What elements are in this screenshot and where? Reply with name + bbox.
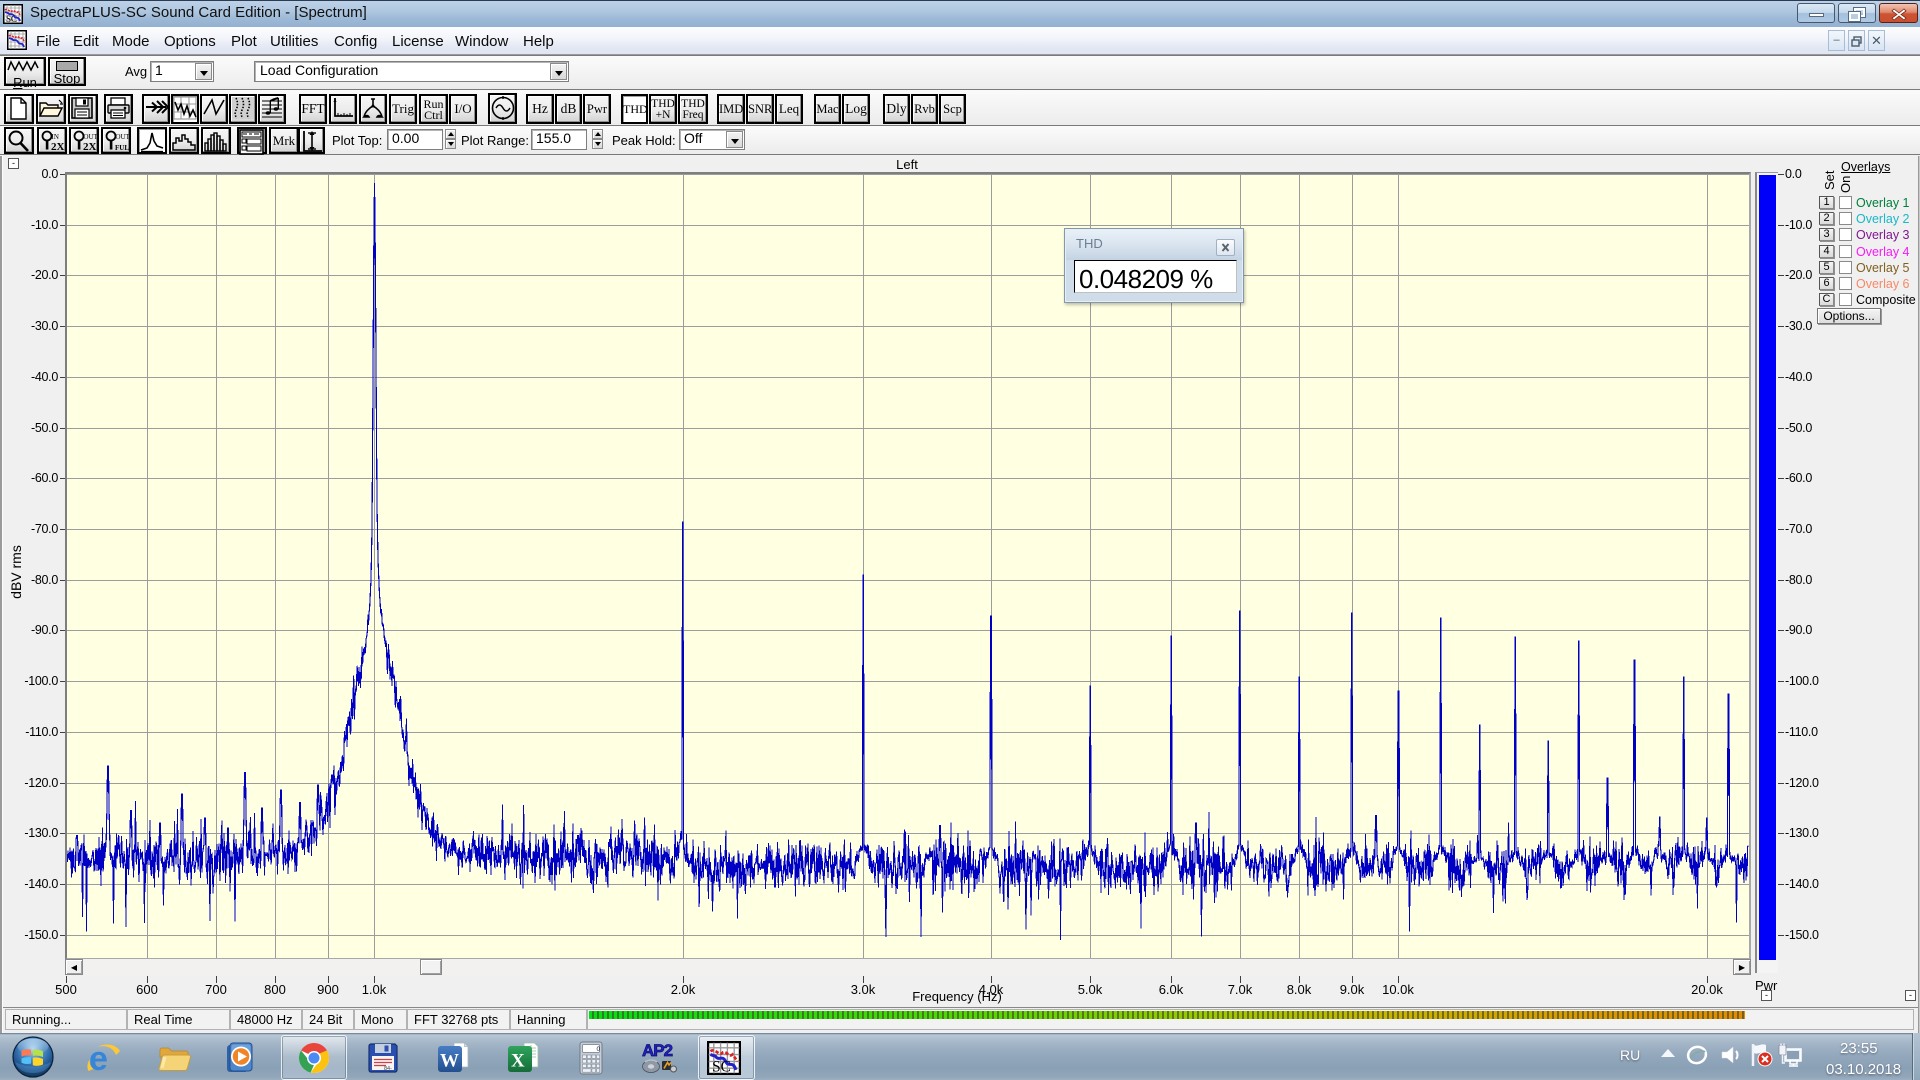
svg-text:SC: SC: [6, 14, 17, 24]
svg-text:OUT: OUT: [116, 133, 131, 141]
svg-text:W: W: [440, 1051, 459, 1072]
svg-text:2X: 2X: [51, 141, 65, 153]
svg-text:0: 0: [597, 1046, 601, 1053]
svg-text:2X: 2X: [83, 141, 97, 153]
svg-text:84-: 84-: [384, 1066, 392, 1072]
svg-text:IN: IN: [52, 133, 59, 141]
svg-text:FULL: FULL: [115, 144, 130, 152]
svg-text:SC: SC: [712, 1059, 731, 1075]
svg-text:OUT: OUT: [84, 133, 99, 141]
svg-text:AP2: AP2: [642, 1041, 673, 1060]
svg-text:X: X: [511, 1051, 525, 1072]
